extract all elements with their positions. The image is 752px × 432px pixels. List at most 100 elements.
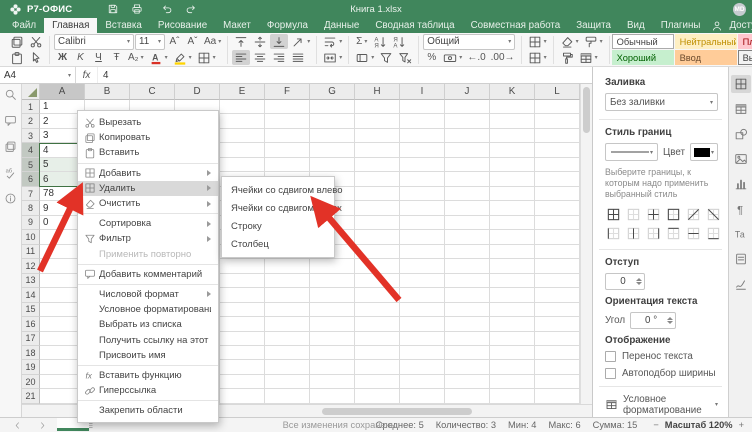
align-justify-button[interactable] bbox=[289, 50, 307, 65]
cell-E18[interactable] bbox=[220, 346, 265, 360]
cell-L2[interactable] bbox=[535, 114, 580, 128]
cell-I4[interactable] bbox=[400, 143, 445, 157]
image-settings-icon[interactable] bbox=[731, 150, 751, 168]
cell-L6[interactable] bbox=[535, 172, 580, 186]
row-header-9[interactable]: 9 bbox=[22, 216, 40, 230]
cell-G16[interactable] bbox=[310, 317, 355, 331]
cell-L14[interactable] bbox=[535, 288, 580, 302]
cell-G18[interactable] bbox=[310, 346, 355, 360]
cell-I21[interactable] bbox=[400, 389, 445, 403]
italic-button[interactable]: K bbox=[72, 50, 89, 65]
border-line-style-select[interactable]: ▾ bbox=[605, 143, 658, 161]
percent-style-button[interactable]: % bbox=[423, 50, 440, 65]
cell-J20[interactable] bbox=[445, 375, 490, 389]
cell-J14[interactable] bbox=[445, 288, 490, 302]
conditional-formatting-button[interactable]: Условное форматирование ▾ bbox=[605, 394, 718, 416]
row-header-14[interactable]: 14 bbox=[22, 288, 40, 302]
cell-E14[interactable] bbox=[220, 288, 265, 302]
menu-item-Получить ссылку на этот диапазон[interactable]: Получить ссылку на этот диапазон bbox=[78, 332, 218, 347]
cell-F1[interactable] bbox=[265, 100, 310, 114]
cell-K1[interactable] bbox=[490, 100, 535, 114]
cell-H21[interactable] bbox=[355, 389, 400, 403]
cell-F18[interactable] bbox=[265, 346, 310, 360]
sort-asc-button[interactable]: АЯ bbox=[371, 34, 389, 49]
print-icon[interactable] bbox=[128, 2, 146, 16]
angle-stepper[interactable]: 0 ° bbox=[630, 312, 676, 329]
cell-I15[interactable] bbox=[400, 303, 445, 317]
border-color-select[interactable]: ▾ bbox=[690, 143, 718, 161]
tab-Главная[interactable]: Главная bbox=[44, 18, 97, 33]
cell-style-Вывод[interactable]: Вывод bbox=[738, 50, 752, 65]
menu-item-Присвоить имя[interactable]: Присвоить имя bbox=[78, 348, 218, 363]
row-header-13[interactable]: 13 bbox=[22, 274, 40, 288]
row-header-18[interactable]: 18 bbox=[22, 346, 40, 360]
border-inside-button[interactable] bbox=[625, 206, 642, 223]
border-all-button[interactable] bbox=[605, 206, 622, 223]
cell-K8[interactable] bbox=[490, 201, 535, 215]
cell-K4[interactable] bbox=[490, 143, 535, 157]
cell-K13[interactable] bbox=[490, 274, 535, 288]
column-header-D[interactable]: D bbox=[175, 84, 220, 100]
cell-E19[interactable] bbox=[220, 360, 265, 374]
cell-L7[interactable] bbox=[535, 187, 580, 201]
cell-H16[interactable] bbox=[355, 317, 400, 331]
cell-L16[interactable] bbox=[535, 317, 580, 331]
tab-Данные[interactable]: Данные bbox=[316, 18, 367, 33]
submenu-item-Ячейки со сдвигом вверх[interactable]: Ячейки со сдвигом вверх bbox=[222, 199, 334, 217]
menu-item-Гиперссылка[interactable]: Гиперссылка bbox=[78, 383, 218, 398]
cell-style-Нейтральный[interactable]: Нейтральный bbox=[675, 34, 737, 49]
cell-H19[interactable] bbox=[355, 360, 400, 374]
align-top-button[interactable] bbox=[232, 34, 250, 49]
column-header-C[interactable]: C bbox=[130, 84, 175, 100]
cell-H13[interactable] bbox=[355, 274, 400, 288]
cell-H18[interactable] bbox=[355, 346, 400, 360]
cell-E4[interactable] bbox=[220, 143, 265, 157]
cell-F5[interactable] bbox=[265, 158, 310, 172]
cell-I2[interactable] bbox=[400, 114, 445, 128]
cell-H15[interactable] bbox=[355, 303, 400, 317]
font-color-button[interactable]: A▾ bbox=[147, 50, 170, 65]
cell-G14[interactable] bbox=[310, 288, 355, 302]
checkbox-wrap-text[interactable] bbox=[605, 351, 616, 362]
zoom-out-button[interactable]: − bbox=[653, 420, 658, 430]
comments-icon[interactable] bbox=[3, 113, 19, 128]
menu-item-Фильтр[interactable]: Фильтр bbox=[78, 231, 218, 246]
cell-style-Хороший[interactable]: Хороший bbox=[612, 50, 674, 65]
border-left-button[interactable] bbox=[605, 225, 622, 242]
cell-H1[interactable] bbox=[355, 100, 400, 114]
cut-button[interactable] bbox=[27, 34, 45, 49]
row-header-1[interactable]: 1 bbox=[22, 100, 40, 114]
cell-J5[interactable] bbox=[445, 158, 490, 172]
column-header-E[interactable]: E bbox=[220, 84, 265, 100]
row-header-7[interactable]: 7 bbox=[22, 187, 40, 201]
cell-I16[interactable] bbox=[400, 317, 445, 331]
cell-G13[interactable] bbox=[310, 274, 355, 288]
cell-I6[interactable] bbox=[400, 172, 445, 186]
cell-H3[interactable] bbox=[355, 129, 400, 143]
menu-item-Копировать[interactable]: Копировать bbox=[78, 130, 218, 145]
bold-button[interactable]: Ж bbox=[54, 50, 71, 65]
cell-H6[interactable] bbox=[355, 172, 400, 186]
cell-J12[interactable] bbox=[445, 259, 490, 273]
cell-H12[interactable] bbox=[355, 259, 400, 273]
cell-F13[interactable] bbox=[265, 274, 310, 288]
cell-J16[interactable] bbox=[445, 317, 490, 331]
cell-G17[interactable] bbox=[310, 332, 355, 346]
border-right-button[interactable] bbox=[645, 225, 662, 242]
checkbox-autofit-width[interactable] bbox=[605, 368, 616, 379]
align-right-button[interactable] bbox=[270, 50, 288, 65]
cell-H7[interactable] bbox=[355, 187, 400, 201]
submenu-item-Строку[interactable]: Строку bbox=[222, 217, 334, 235]
row-header-5[interactable]: 5 bbox=[22, 158, 40, 172]
row-header-6[interactable]: 6 bbox=[22, 172, 40, 186]
cell-J3[interactable] bbox=[445, 129, 490, 143]
border-diag-up-button[interactable] bbox=[685, 206, 702, 223]
cell-L10[interactable] bbox=[535, 230, 580, 244]
cell-style-Плохой[interactable]: Плохой bbox=[738, 34, 752, 49]
cell-K15[interactable] bbox=[490, 303, 535, 317]
menu-item-Вставить функцию[interactable]: fxВставить функцию bbox=[78, 368, 218, 383]
column-header-G[interactable]: G bbox=[310, 84, 355, 100]
cell-I8[interactable] bbox=[400, 201, 445, 215]
cell-J21[interactable] bbox=[445, 389, 490, 403]
about-icon[interactable] bbox=[3, 191, 19, 206]
